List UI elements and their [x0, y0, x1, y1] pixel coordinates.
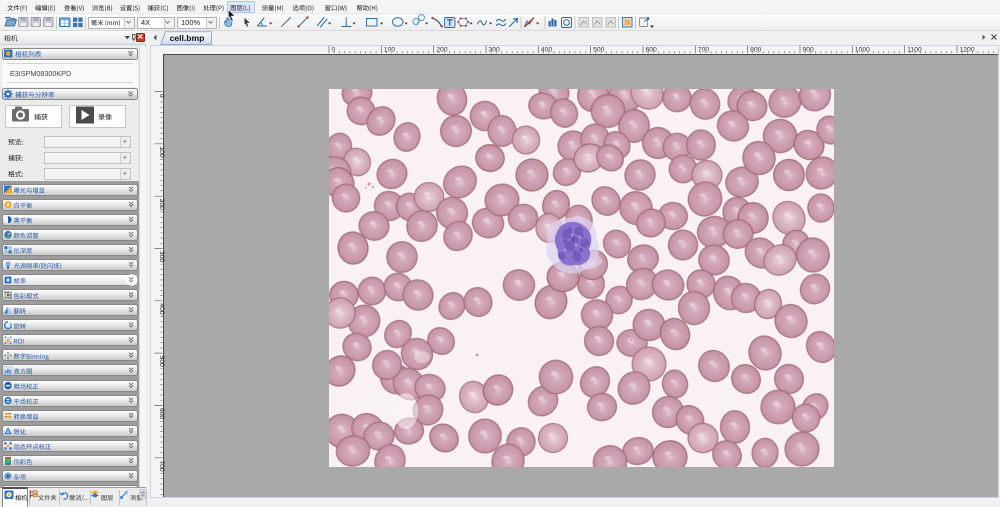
- svg-text:cell.bmp: cell.bmp: [170, 33, 205, 43]
- svg-text:200: 200: [158, 199, 165, 211]
- svg-text:500: 500: [593, 47, 605, 54]
- svg-text:300: 300: [158, 251, 165, 263]
- svg-text:1200: 1200: [960, 47, 975, 54]
- svg-text:400: 400: [541, 47, 553, 54]
- svg-text:800: 800: [750, 47, 762, 54]
- svg-text:0: 0: [158, 94, 165, 98]
- svg-text:200: 200: [436, 47, 448, 54]
- svg-text:900: 900: [803, 47, 815, 54]
- svg-text:700: 700: [158, 460, 165, 472]
- svg-text:1100: 1100: [907, 47, 922, 54]
- svg-text:0: 0: [332, 47, 336, 54]
- svg-text:500: 500: [158, 356, 165, 368]
- svg-text:600: 600: [646, 47, 658, 54]
- svg-text:600: 600: [158, 408, 165, 420]
- svg-text:400: 400: [158, 303, 165, 315]
- svg-text:100: 100: [384, 47, 396, 54]
- svg-text:100: 100: [158, 146, 165, 158]
- svg-text:700: 700: [698, 47, 710, 54]
- svg-text:1000: 1000: [855, 47, 870, 54]
- svg-text:300: 300: [489, 47, 501, 54]
